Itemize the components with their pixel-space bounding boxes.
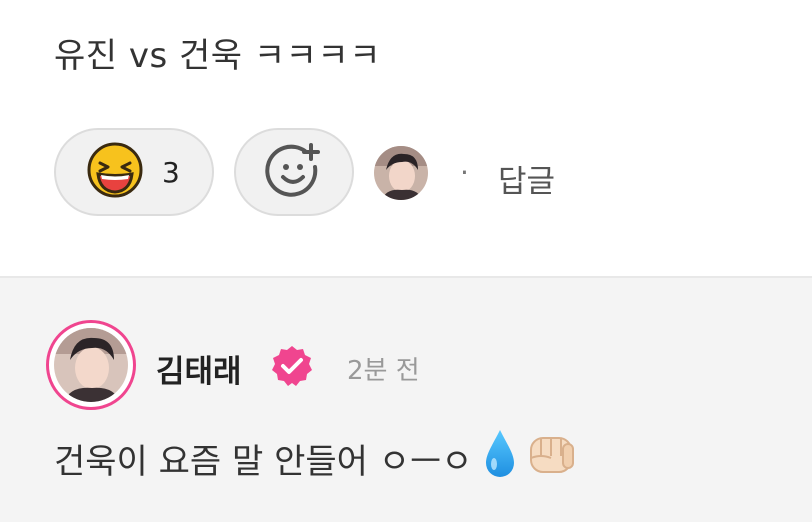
fist-icon xyxy=(527,430,577,487)
comment-text: 건욱이 요즘 말 안들어 ㅇㅡㅇ xyxy=(54,442,473,482)
comment-time: 2분 전 xyxy=(347,356,420,386)
add-reaction-icon xyxy=(265,141,323,203)
add-reaction-button[interactable] xyxy=(234,128,354,216)
reactor-avatar[interactable] xyxy=(374,146,428,200)
laughing-face-icon xyxy=(86,141,144,203)
reply-link[interactable]: 답글 xyxy=(498,156,555,201)
author-name[interactable]: 김태래 xyxy=(156,346,242,391)
comment-text-row: 건욱이 요즘 말 안들어 ㅇㅡㅇ xyxy=(54,428,577,489)
reaction-button[interactable]: 3 xyxy=(54,128,214,216)
verified-badge-icon xyxy=(270,344,314,388)
reaction-count: 3 xyxy=(162,155,180,189)
post-text: 유진 vs 건욱 ㅋㅋㅋㅋ xyxy=(54,36,381,76)
droplet-icon xyxy=(483,428,517,489)
comment-item: 김태래 2분 전 건욱이 요즘 말 안들어 ㅇㅡㅇ xyxy=(0,276,812,522)
commenter-avatar[interactable] xyxy=(46,320,136,410)
separator-dot: · xyxy=(460,156,469,189)
